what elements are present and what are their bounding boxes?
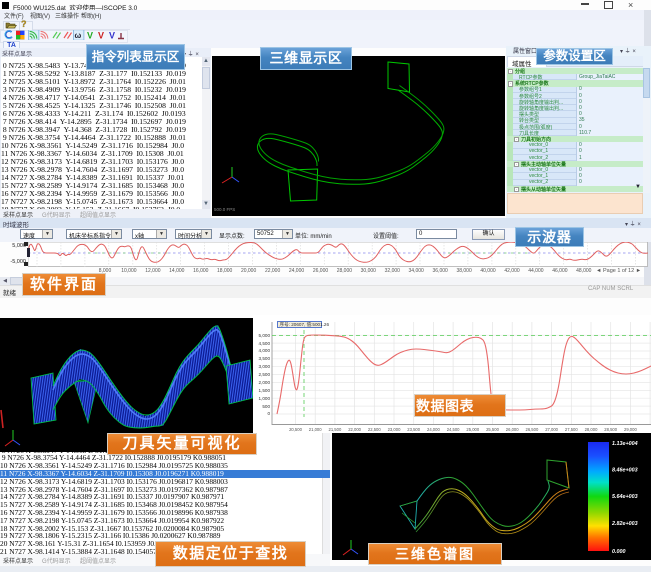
svg-text:V: V — [87, 31, 93, 41]
svg-text:500.0 FPS: 500.0 FPS — [214, 207, 235, 212]
svg-text:1.13e+004: 1.13e+004 — [612, 441, 638, 447]
svg-text:ω: ω — [75, 31, 82, 40]
svg-text:8.46e+003: 8.46e+003 — [612, 468, 638, 474]
svg-text:V: V — [98, 31, 104, 41]
svg-text:2.82e+003: 2.82e+003 — [611, 521, 638, 527]
svg-text:5.64e+003: 5.64e+003 — [612, 494, 638, 500]
svg-text:V: V — [109, 31, 115, 41]
svg-text:0.000: 0.000 — [612, 549, 626, 555]
